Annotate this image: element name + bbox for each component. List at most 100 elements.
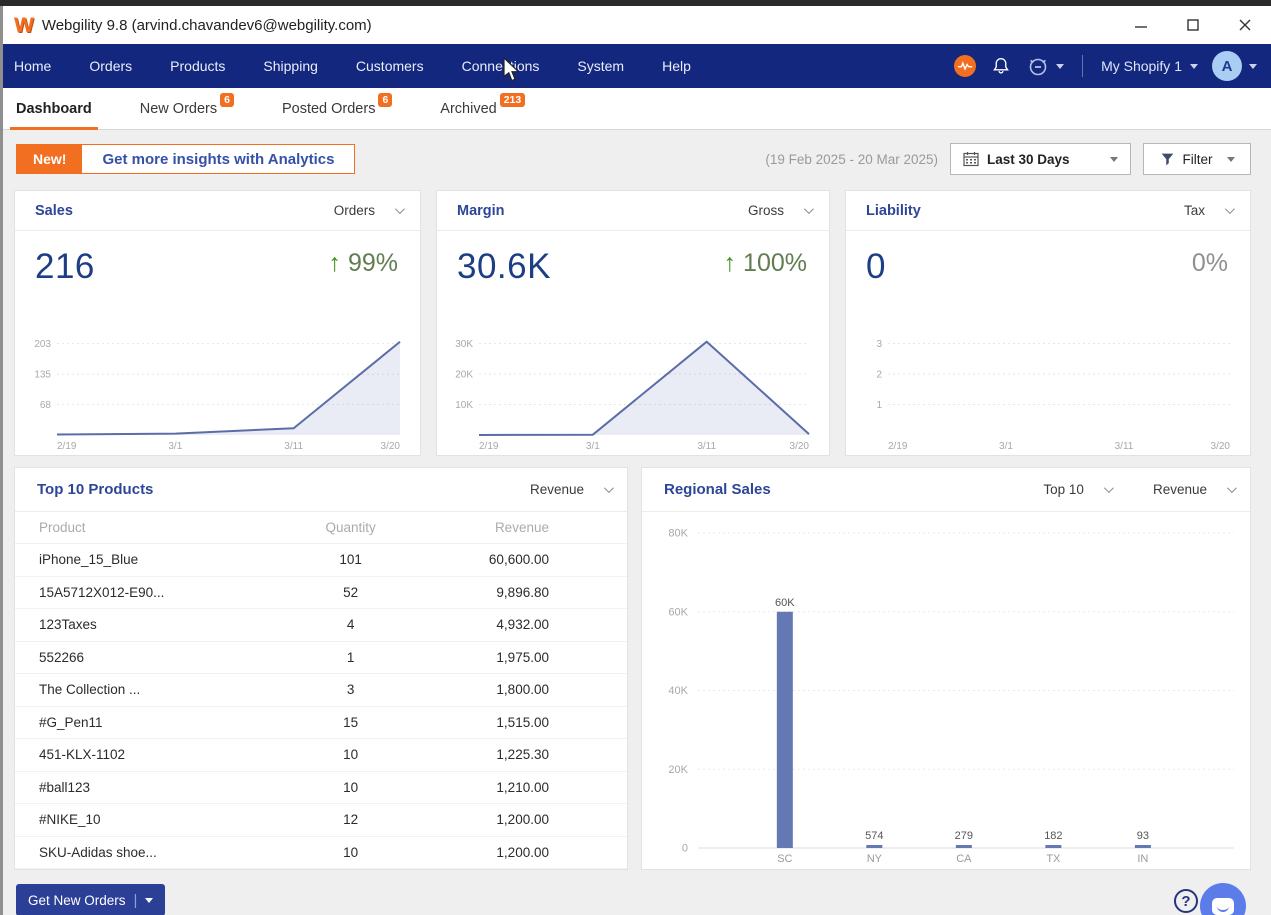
table-row[interactable]: iPhone_15_Blue 101 60,600.00: [15, 544, 627, 577]
svg-text:182: 182: [1044, 830, 1062, 842]
dropdown-value: Revenue: [530, 482, 584, 497]
panel-title: Regional Sales: [664, 481, 771, 498]
quantity-cell: 1: [298, 650, 404, 665]
product-name-cell: 123Taxes: [39, 617, 298, 632]
svg-text:2/19: 2/19: [888, 441, 908, 452]
regional-scope-dropdown[interactable]: Top 10: [1043, 482, 1111, 497]
chevron-down-icon: [395, 204, 405, 214]
svg-text:SC: SC: [777, 853, 792, 865]
account-menu[interactable]: A: [1212, 51, 1257, 81]
mouse-cursor-icon: [502, 57, 522, 88]
svg-text:3/11: 3/11: [697, 441, 716, 452]
dropdown-value: Revenue: [1153, 482, 1207, 497]
nav-item-system[interactable]: System: [577, 58, 624, 74]
alarm-snooze-icon: [1026, 54, 1050, 78]
close-icon: [1239, 19, 1251, 31]
chevron-down-icon: [1225, 204, 1235, 214]
liability-metric-dropdown[interactable]: Tax: [1184, 203, 1232, 218]
nav-item-connections[interactable]: Connections: [462, 58, 540, 74]
chevron-down-icon: [804, 204, 814, 214]
nav-item-shipping[interactable]: Shipping: [263, 58, 318, 74]
nav-item-home[interactable]: Home: [14, 58, 51, 74]
tab-bar: Dashboard New Orders 6 Posted Orders 6 A…: [0, 88, 1271, 130]
analytics-banner-text: Get more insights with Analytics: [82, 145, 354, 173]
nav-item-orders[interactable]: Orders: [89, 58, 132, 74]
table-row[interactable]: 451-KLX-1102 10 1,225.30: [15, 739, 627, 772]
liability-trend-chart: 1232/193/13/113/20: [856, 307, 1240, 453]
revenue-cell: 4,932.00: [404, 617, 627, 632]
panel-title: Top 10 Products: [37, 481, 153, 498]
pulse-icon[interactable]: [954, 55, 976, 77]
margin-card: Margin Gross 30.6K ↑ 100% 10K20K30K2/193…: [436, 190, 830, 456]
table-row[interactable]: #NIKE_10 12 1,200.00: [15, 804, 627, 837]
table-row[interactable]: SKU-Adidas shoe... 10 1,200.00: [15, 837, 627, 870]
tab-badge: 6: [378, 93, 392, 107]
nav-item-products[interactable]: Products: [170, 58, 225, 74]
table-row[interactable]: #ball123 10 1,210.00: [15, 772, 627, 805]
get-new-orders-button[interactable]: Get New Orders |: [16, 884, 165, 915]
sales-trend-chart: 681352032/193/13/113/20: [25, 307, 410, 453]
tab-badge: 213: [500, 93, 526, 107]
chevron-down-icon: [1227, 157, 1235, 162]
tab-archived[interactable]: Archived 213: [434, 88, 531, 130]
products-metric-dropdown[interactable]: Revenue: [530, 482, 611, 497]
quantity-cell: 10: [298, 780, 404, 795]
quantity-cell: 4: [298, 617, 404, 632]
filter-button[interactable]: Filter: [1143, 143, 1251, 175]
revenue-cell: 1,800.00: [404, 682, 627, 697]
sales-delta: ↑ 99%: [329, 249, 399, 278]
table-row[interactable]: 123Taxes 4 4,932.00: [15, 609, 627, 642]
close-button[interactable]: [1219, 6, 1271, 44]
svg-text:40K: 40K: [668, 685, 688, 697]
regional-metric-dropdown[interactable]: Revenue: [1153, 482, 1234, 497]
regional-sales-chart: 020K40K60K80K60KSC574NY279CA182TX93IN: [642, 512, 1250, 867]
sales-metric-dropdown[interactable]: Orders: [334, 203, 402, 218]
tab-label: New Orders: [140, 101, 217, 117]
notifications-bell-icon[interactable]: [990, 55, 1012, 77]
svg-text:2/19: 2/19: [57, 441, 77, 452]
tab-label: Archived: [440, 101, 496, 117]
period-selector-button[interactable]: Last 30 Days: [950, 143, 1131, 175]
minimize-button[interactable]: [1115, 6, 1167, 44]
table-row[interactable]: The Collection ... 3 1,800.00: [15, 674, 627, 707]
main-nav: Home Orders Products Shipping Customers …: [0, 44, 1271, 88]
tab-dashboard[interactable]: Dashboard: [10, 88, 98, 130]
tab-new-orders[interactable]: New Orders 6: [134, 88, 240, 130]
svg-text:IN: IN: [1137, 853, 1148, 865]
avatar: A: [1212, 51, 1242, 81]
svg-text:30K: 30K: [455, 339, 473, 350]
date-range-text: (19 Feb 2025 - 20 Mar 2025): [765, 152, 938, 167]
button-divider: |: [134, 892, 138, 909]
product-name-cell: 15A5712X012-E90...: [39, 585, 298, 600]
tab-posted-orders[interactable]: Posted Orders 6: [276, 88, 398, 130]
store-selector[interactable]: My Shopify 1: [1101, 58, 1198, 74]
table-row[interactable]: #G_Pen11 15 1,515.00: [15, 707, 627, 740]
filter-funnel-icon: [1160, 152, 1175, 167]
quantity-cell: 10: [298, 747, 404, 762]
svg-text:574: 574: [865, 830, 883, 842]
scheduler-control[interactable]: [1026, 54, 1064, 78]
divider: [1082, 55, 1083, 77]
revenue-cell: 1,225.30: [404, 747, 627, 762]
product-name-cell: #NIKE_10: [39, 812, 298, 827]
analytics-banner[interactable]: New! Get more insights with Analytics: [16, 144, 355, 174]
margin-metric-dropdown[interactable]: Gross: [748, 203, 811, 218]
calendar-icon: [963, 151, 979, 167]
nav-item-customers[interactable]: Customers: [356, 58, 424, 74]
maximize-button[interactable]: [1167, 6, 1219, 44]
revenue-cell: 1,200.00: [404, 845, 627, 860]
table-row[interactable]: 15A5712X012-E90... 52 9,896.80: [15, 577, 627, 610]
help-button[interactable]: ?: [1174, 889, 1198, 913]
tab-badge: 6: [220, 93, 234, 107]
svg-text:135: 135: [34, 370, 51, 381]
svg-text:0: 0: [682, 843, 688, 855]
table-row[interactable]: 552266 1 1,975.00: [15, 642, 627, 675]
svg-text:3/1: 3/1: [168, 441, 182, 452]
nav-item-help[interactable]: Help: [662, 58, 691, 74]
revenue-cell: 1,515.00: [404, 715, 627, 730]
svg-text:20K: 20K: [455, 370, 473, 381]
svg-text:3/20: 3/20: [1211, 441, 1231, 452]
svg-text:60K: 60K: [668, 606, 688, 618]
quantity-cell: 10: [298, 845, 404, 860]
card-title: Sales: [35, 203, 73, 219]
